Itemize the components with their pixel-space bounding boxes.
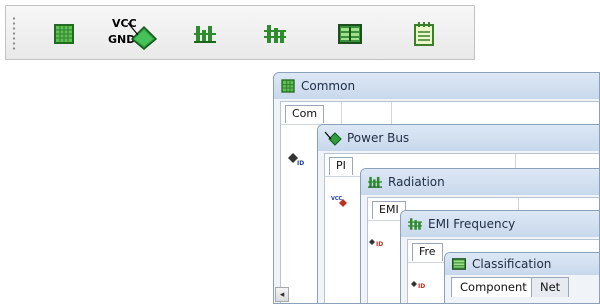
common-title: Common bbox=[301, 79, 356, 93]
column-separator bbox=[391, 102, 392, 124]
emi-frequency-icon bbox=[408, 218, 422, 230]
power-bus-button[interactable]: VCC GND bbox=[104, 13, 162, 55]
id-label: ID bbox=[297, 160, 304, 166]
power-bus-title: Power Bus bbox=[347, 131, 410, 145]
power-bus-tab[interactable]: PI bbox=[329, 157, 353, 175]
column-separator bbox=[341, 102, 342, 124]
tab-net[interactable]: Net bbox=[531, 277, 570, 297]
radiation-title-bar[interactable]: Radiation bbox=[361, 169, 599, 195]
grid-chip-icon bbox=[281, 79, 295, 93]
power-bus-icon: VCC GND bbox=[108, 17, 158, 50]
emi-frequency-tab[interactable]: Fre bbox=[412, 243, 443, 261]
common-title-bar[interactable]: Common bbox=[274, 73, 599, 99]
common-tab[interactable]: Com bbox=[285, 105, 325, 123]
id-label: ID bbox=[376, 241, 383, 248]
radiation-button[interactable] bbox=[184, 13, 226, 55]
toolbar: VCC GND bbox=[5, 5, 475, 60]
radiation-icon bbox=[368, 176, 382, 188]
notepad-button[interactable] bbox=[403, 13, 445, 55]
radiation-title: Radiation bbox=[388, 175, 445, 189]
gnd-label: GND bbox=[108, 33, 135, 46]
component-id-icon: ID bbox=[288, 153, 304, 166]
id-label: ID bbox=[418, 283, 425, 290]
emi-frequency-button[interactable] bbox=[254, 13, 296, 55]
classification-window[interactable]: Classification Component Net bbox=[444, 252, 600, 304]
common-button[interactable] bbox=[43, 13, 85, 55]
vcc-id-icon: VCC bbox=[331, 196, 347, 207]
emi-frequency-icon bbox=[264, 25, 286, 43]
workspace: VCC GND Common Com ID Power Bus PI VCC R… bbox=[0, 0, 600, 304]
notepad-icon bbox=[414, 22, 434, 46]
classification-icon bbox=[338, 24, 362, 44]
emi-frequency-title-bar[interactable]: EMI Frequency bbox=[401, 211, 599, 237]
classification-title-bar[interactable]: Classification bbox=[445, 253, 599, 275]
frequency-id-icon: ID bbox=[411, 281, 425, 290]
radiation-icon bbox=[194, 26, 216, 43]
emi-frequency-title: EMI Frequency bbox=[428, 217, 516, 231]
scroll-left-button[interactable]: ◂ bbox=[275, 287, 289, 302]
tab-component[interactable]: Component bbox=[451, 277, 536, 297]
vcc-small-label: VCC bbox=[331, 196, 343, 202]
grid-chip-icon bbox=[54, 24, 74, 44]
toolbar-grip[interactable] bbox=[12, 16, 16, 52]
emi-id-icon: ID bbox=[369, 239, 383, 248]
power-bus-title-bar[interactable]: Power Bus bbox=[318, 125, 599, 151]
classification-title: Classification bbox=[472, 257, 552, 271]
power-bus-icon bbox=[324, 131, 342, 146]
classification-icon bbox=[452, 258, 466, 270]
classification-button[interactable] bbox=[329, 13, 371, 55]
